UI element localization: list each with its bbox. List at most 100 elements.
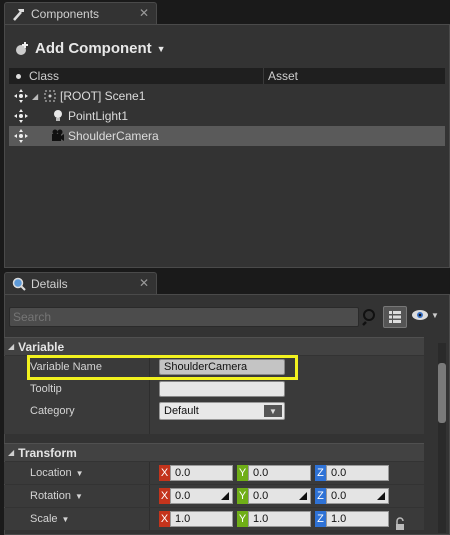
chevron-down-icon: ▼ [156, 43, 166, 54]
lightbulb-icon [51, 109, 65, 123]
class-table-header: Class Asset [9, 68, 445, 84]
rotation-x-field[interactable]: 0.0 [170, 488, 233, 504]
add-component-button[interactable]: Add Component ▼ [14, 40, 166, 57]
chevron-down-icon: ▼ [75, 468, 84, 478]
scale-y-field[interactable]: 1.0 [248, 511, 311, 527]
tab-details[interactable]: Details ✕ [4, 272, 157, 294]
axis-y-label: Y [237, 465, 248, 481]
category-label: Transform [18, 445, 77, 460]
location-z[interactable]: Z 0.0 [315, 465, 389, 481]
axis-z-label: Z [315, 465, 326, 481]
tree-item-pointlight[interactable]: PointLight1 [9, 106, 445, 126]
close-icon[interactable]: ✕ [139, 7, 149, 19]
prop-variable-name: Variable Name ShoulderCamera [4, 356, 424, 378]
scrollbar[interactable] [438, 343, 446, 533]
column-divider[interactable] [149, 508, 150, 530]
spin-drag-icon [221, 492, 229, 500]
column-divider[interactable] [149, 356, 150, 378]
location-z-field[interactable]: 0.0 [326, 465, 389, 481]
axis-z-label: Z [315, 488, 326, 504]
search-icon[interactable] [361, 308, 379, 326]
scale-z[interactable]: Z 1.0 [315, 511, 389, 527]
column-divider[interactable] [149, 400, 150, 434]
column-divider[interactable] [149, 462, 150, 484]
add-component-icon [14, 41, 30, 57]
category-variable[interactable]: ◢ Variable [4, 337, 424, 355]
close-icon[interactable]: ✕ [139, 277, 149, 289]
chevron-down-icon: ▼ [74, 491, 83, 501]
rotation-y-value: 0.0 [253, 490, 269, 502]
prop-rotation: Rotation ▼ X 0.0 Y 0.0 Z 0.0 [4, 485, 424, 507]
location-x-field[interactable]: 0.0 [170, 465, 233, 481]
move-icon [14, 89, 28, 103]
eye-icon [412, 310, 428, 320]
visibility-dropdown[interactable]: ▼ [411, 309, 439, 321]
prop-label: Rotation [30, 490, 71, 502]
location-dropdown[interactable]: Location ▼ [4, 467, 149, 479]
column-dot-icon [16, 73, 21, 79]
tree-item-label: ShoulderCamera [68, 129, 159, 143]
category-dropdown-value: Default [164, 405, 199, 417]
prop-scale: Scale ▼ X 1.0 Y 1.0 Z 1.0 [4, 508, 424, 530]
list-view-icon [389, 311, 401, 323]
tree-item-label: [ROOT] Scene1 [60, 89, 146, 103]
location-y[interactable]: Y 0.0 [237, 465, 311, 481]
location-y-field[interactable]: 0.0 [248, 465, 311, 481]
column-asset[interactable]: Asset [263, 68, 298, 84]
category-transform[interactable]: ◢ Transform [4, 443, 424, 461]
move-icon [14, 129, 28, 143]
prop-label: Variable Name [30, 361, 102, 373]
components-tabbar: Components ✕ [0, 0, 450, 24]
rotation-z-field[interactable]: 0.0 [326, 488, 389, 504]
collapse-arrow-icon: ◢ [8, 342, 15, 351]
variable-name-field[interactable]: ShoulderCamera [159, 359, 285, 375]
prop-tooltip: Tooltip [4, 378, 424, 400]
tooltip-field[interactable] [159, 381, 285, 397]
scrollbar-thumb[interactable] [438, 363, 446, 423]
tab-components[interactable]: Components ✕ [4, 2, 157, 24]
rotation-dropdown[interactable]: Rotation ▼ [4, 490, 149, 502]
axis-y-label: Y [237, 511, 248, 527]
rotation-z-value: 0.0 [331, 490, 347, 502]
collapse-arrow-icon[interactable]: ◢ [32, 92, 40, 101]
location-x[interactable]: X 0.0 [159, 465, 233, 481]
column-class[interactable]: Class [29, 69, 263, 83]
chevron-down-icon: ▼ [431, 310, 439, 320]
scale-x-field[interactable]: 1.0 [170, 511, 233, 527]
tab-label: Details [31, 276, 68, 291]
rotation-z[interactable]: Z 0.0 [315, 488, 389, 504]
tree-item-label: PointLight1 [68, 109, 129, 123]
scale-dropdown[interactable]: Scale ▼ [4, 513, 149, 525]
tree-item-root[interactable]: ◢ [ROOT] Scene1 [9, 86, 445, 106]
chevron-down-icon: ▼ [61, 514, 70, 524]
scale-z-field[interactable]: 1.0 [326, 511, 389, 527]
hammer-icon [11, 6, 27, 22]
rotation-x-value: 0.0 [175, 490, 191, 502]
scale-x[interactable]: X 1.0 [159, 511, 233, 527]
axis-x-label: X [159, 511, 170, 527]
prop-category: Category Default ▼ [4, 400, 424, 434]
prop-label: Location [30, 467, 72, 479]
prop-location: Location ▼ X 0.0 Y 0.0 Z 0.0 [4, 462, 424, 484]
axis-z-label: Z [315, 511, 326, 527]
axis-x-label: X [159, 465, 170, 481]
tab-label: Components [31, 6, 100, 21]
spin-drag-icon [299, 492, 307, 500]
lock-icon[interactable] [393, 517, 407, 531]
column-divider[interactable] [149, 485, 150, 507]
components-panel: Add Component ▼ Class Asset ◢ [ROOT] Sce… [4, 24, 450, 268]
add-component-label: Add Component [35, 40, 152, 57]
collapse-arrow-icon: ◢ [8, 448, 15, 457]
rotation-y[interactable]: Y 0.0 [237, 488, 311, 504]
category-dropdown[interactable]: Default ▼ [159, 402, 285, 420]
prop-label: Category [30, 405, 75, 417]
scale-y[interactable]: Y 1.0 [237, 511, 311, 527]
tree-item-shouldercamera[interactable]: ShoulderCamera [9, 126, 445, 146]
view-options-button[interactable] [383, 306, 407, 328]
rotation-x[interactable]: X 0.0 [159, 488, 233, 504]
column-divider[interactable] [149, 378, 150, 400]
scene-icon [43, 89, 57, 103]
search-input[interactable] [9, 307, 359, 327]
rotation-y-field[interactable]: 0.0 [248, 488, 311, 504]
move-icon [14, 109, 28, 123]
